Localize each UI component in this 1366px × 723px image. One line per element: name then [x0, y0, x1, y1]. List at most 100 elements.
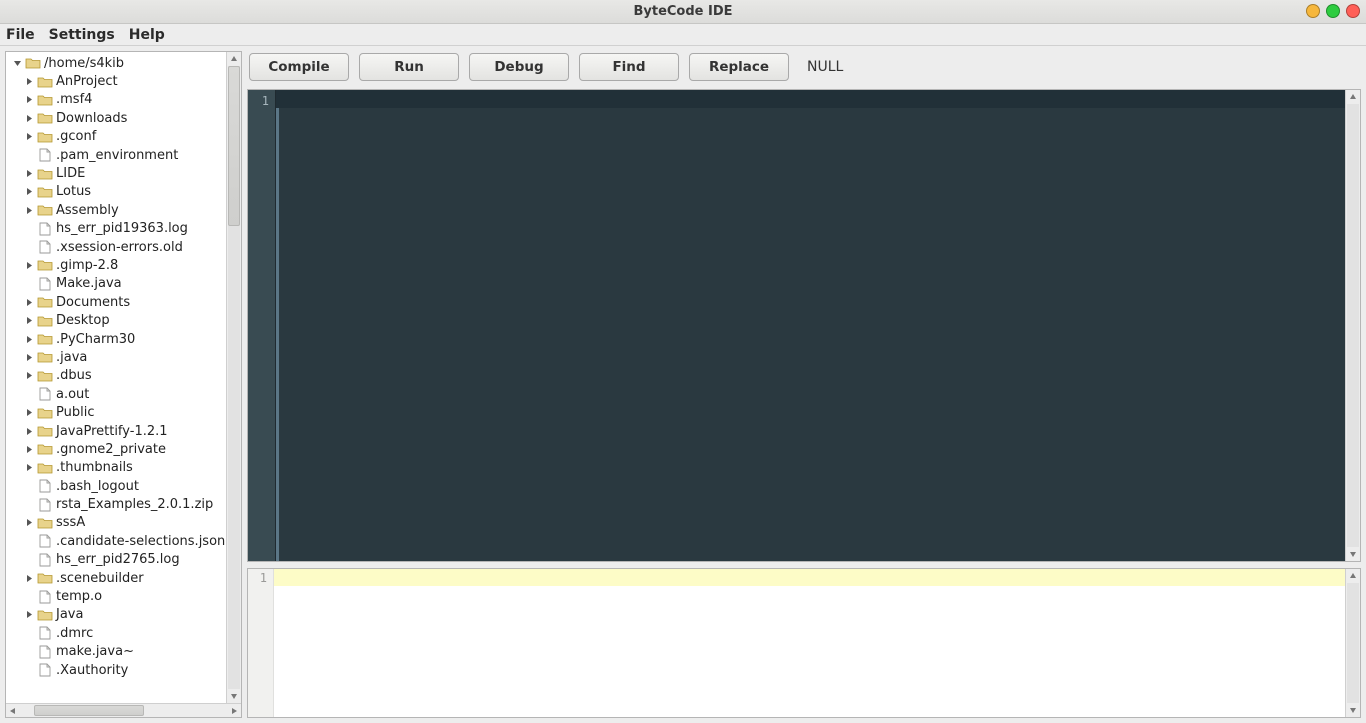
- tree-item[interactable]: .candidate-selections.json: [12, 532, 226, 550]
- find-button[interactable]: Find: [579, 53, 679, 81]
- tree-item[interactable]: hs_err_pid19363.log: [12, 220, 226, 238]
- output-panel[interactable]: 1: [247, 568, 1361, 718]
- tree-vertical-scrollbar[interactable]: [226, 52, 241, 703]
- tree-item-label: .dmrc: [56, 626, 93, 641]
- close-button[interactable]: [1346, 4, 1360, 18]
- code-editor[interactable]: 1: [247, 89, 1361, 562]
- file-icon: [37, 479, 53, 493]
- expand-icon[interactable]: [24, 518, 34, 528]
- tree-item[interactable]: .java: [12, 348, 226, 366]
- tree-item[interactable]: Java: [12, 606, 226, 624]
- expand-icon[interactable]: [24, 334, 34, 344]
- hscroll-thumb[interactable]: [34, 705, 144, 716]
- expand-icon[interactable]: [24, 95, 34, 105]
- tree-item[interactable]: hs_err_pid2765.log: [12, 551, 226, 569]
- scroll-left-icon[interactable]: [6, 707, 20, 715]
- run-button[interactable]: Run: [359, 53, 459, 81]
- tree-root[interactable]: /home/s4kib: [12, 54, 226, 72]
- tree-item[interactable]: rsta_Examples_2.0.1.zip: [12, 495, 226, 513]
- expand-icon[interactable]: [24, 463, 34, 473]
- tree-item[interactable]: Downloads: [12, 109, 226, 127]
- expand-icon[interactable]: [24, 205, 34, 215]
- tree-item[interactable]: .Xauthority: [12, 661, 226, 679]
- expand-icon[interactable]: [24, 113, 34, 123]
- output-vertical-scrollbar[interactable]: [1345, 569, 1360, 717]
- tree-item-label: JavaPrettify-1.2.1: [56, 424, 168, 439]
- tree-item[interactable]: LIDE: [12, 164, 226, 182]
- expand-icon[interactable]: [24, 610, 34, 620]
- file-icon: [37, 498, 53, 512]
- tree-item[interactable]: JavaPrettify-1.2.1: [12, 422, 226, 440]
- folder-icon: [37, 516, 53, 530]
- file-tree[interactable]: /home/s4kibAnProject.msf4Downloads.gconf…: [6, 52, 226, 703]
- scroll-up-icon[interactable]: [1346, 569, 1360, 583]
- editor-vertical-scrollbar[interactable]: [1345, 90, 1360, 561]
- tree-item[interactable]: temp.o: [12, 587, 226, 605]
- folder-icon: [37, 406, 53, 420]
- tree-item[interactable]: a.out: [12, 385, 226, 403]
- scroll-down-icon[interactable]: [227, 689, 241, 703]
- tree-horizontal-scrollbar[interactable]: [6, 703, 241, 717]
- expand-icon[interactable]: [24, 297, 34, 307]
- menu-file[interactable]: File: [6, 27, 35, 43]
- expand-icon[interactable]: [24, 408, 34, 418]
- tree-item-label: Make.java: [56, 276, 122, 291]
- tree-item[interactable]: Documents: [12, 293, 226, 311]
- maximize-button[interactable]: [1326, 4, 1340, 18]
- collapse-icon[interactable]: [12, 58, 22, 68]
- menu-settings[interactable]: Settings: [49, 27, 115, 43]
- tree-item[interactable]: Make.java: [12, 275, 226, 293]
- expand-icon[interactable]: [24, 573, 34, 583]
- tree-item[interactable]: .gconf: [12, 128, 226, 146]
- menu-help[interactable]: Help: [129, 27, 165, 43]
- tree-item-label: rsta_Examples_2.0.1.zip: [56, 497, 213, 512]
- expand-icon[interactable]: [24, 187, 34, 197]
- tree-item[interactable]: .gimp-2.8: [12, 256, 226, 274]
- debug-button[interactable]: Debug: [469, 53, 569, 81]
- tree-item-label: /home/s4kib: [44, 56, 124, 71]
- tree-item-label: make.java~: [56, 644, 134, 659]
- output-textarea[interactable]: [274, 569, 1360, 717]
- window-title: ByteCode IDE: [633, 4, 732, 19]
- file-icon: [37, 553, 53, 567]
- tree-item-label: .Xauthority: [56, 663, 128, 678]
- tree-item[interactable]: Desktop: [12, 311, 226, 329]
- tree-item[interactable]: .msf4: [12, 91, 226, 109]
- tree-item[interactable]: .xsession-errors.old: [12, 238, 226, 256]
- tree-item[interactable]: Assembly: [12, 201, 226, 219]
- tree-item[interactable]: .bash_logout: [12, 477, 226, 495]
- tree-item[interactable]: .scenebuilder: [12, 569, 226, 587]
- expand-icon[interactable]: [24, 316, 34, 326]
- minimize-button[interactable]: [1306, 4, 1320, 18]
- expand-icon[interactable]: [24, 352, 34, 362]
- scroll-up-icon[interactable]: [227, 52, 241, 66]
- scroll-down-icon[interactable]: [1346, 547, 1360, 561]
- tree-item-label: Assembly: [56, 203, 119, 218]
- editor-textarea[interactable]: [276, 90, 1360, 561]
- tree-item[interactable]: sssA: [12, 514, 226, 532]
- scroll-right-icon[interactable]: [227, 707, 241, 715]
- tree-item[interactable]: .thumbnails: [12, 459, 226, 477]
- tree-item[interactable]: AnProject: [12, 72, 226, 90]
- expand-icon[interactable]: [24, 260, 34, 270]
- tree-item[interactable]: make.java~: [12, 643, 226, 661]
- scroll-up-icon[interactable]: [1346, 90, 1360, 104]
- scroll-thumb[interactable]: [228, 66, 240, 226]
- tree-item[interactable]: Lotus: [12, 183, 226, 201]
- scroll-down-icon[interactable]: [1346, 703, 1360, 717]
- tree-item-label: .gimp-2.8: [56, 258, 118, 273]
- tree-item[interactable]: .pam_environment: [12, 146, 226, 164]
- expand-icon[interactable]: [24, 169, 34, 179]
- replace-button[interactable]: Replace: [689, 53, 789, 81]
- expand-icon[interactable]: [24, 132, 34, 142]
- tree-item[interactable]: .gnome2_private: [12, 440, 226, 458]
- tree-item[interactable]: .PyCharm30: [12, 330, 226, 348]
- expand-icon[interactable]: [24, 77, 34, 87]
- tree-item[interactable]: Public: [12, 403, 226, 421]
- expand-icon[interactable]: [24, 444, 34, 454]
- compile-button[interactable]: Compile: [249, 53, 349, 81]
- tree-item[interactable]: .dbus: [12, 367, 226, 385]
- expand-icon[interactable]: [24, 426, 34, 436]
- tree-item[interactable]: .dmrc: [12, 624, 226, 642]
- expand-icon[interactable]: [24, 371, 34, 381]
